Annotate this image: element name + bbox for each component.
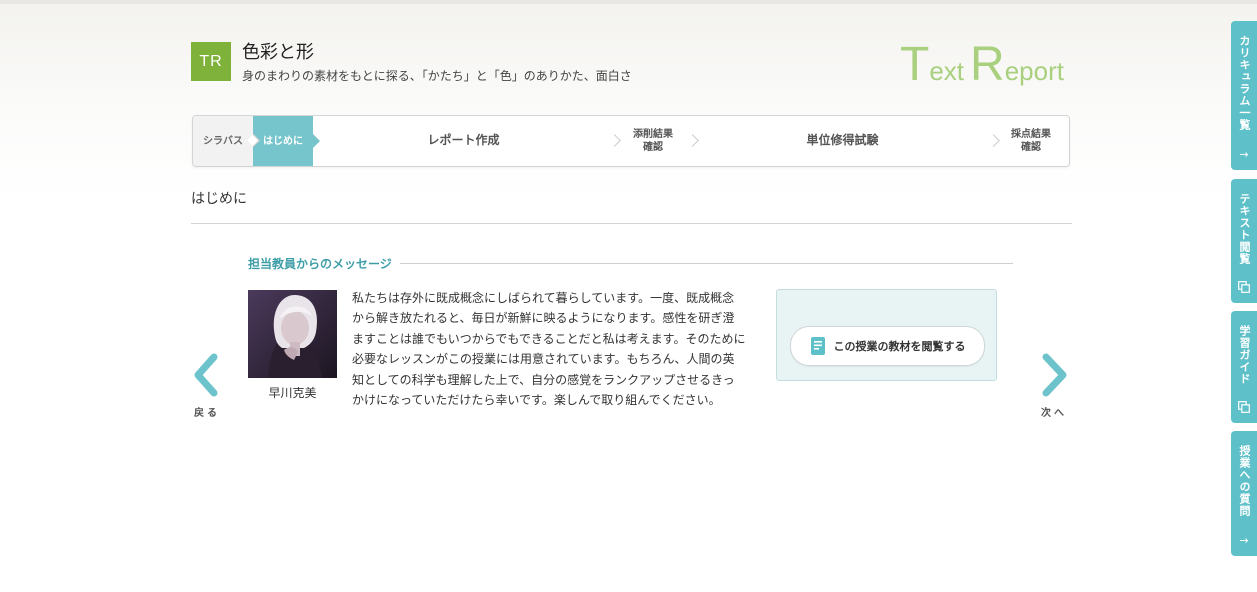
teacher-name: 早川克美	[268, 386, 317, 400]
step-correction-check[interactable]: 添削結果 確認	[614, 116, 692, 166]
copy-icon	[1238, 401, 1250, 413]
side-tab-text-view[interactable]: テキスト閲覧	[1231, 179, 1257, 303]
side-tab-study-guide[interactable]: 学習ガイド	[1231, 311, 1257, 423]
side-tab-question-label: 授業への質問	[1238, 445, 1251, 517]
side-tab-question[interactable]: 授業への質問 →	[1231, 431, 1257, 556]
chevron-left-icon	[194, 353, 218, 397]
copy-icon	[1238, 281, 1250, 293]
side-tab-study-guide-label: 学習ガイド	[1238, 325, 1251, 385]
logo-text-eport: eport	[1005, 56, 1065, 86]
message-heading: 担当教員からのメッセージ	[248, 257, 392, 271]
step-credit-exam[interactable]: 単位修得試験	[692, 116, 993, 166]
side-tab-curriculum-label: カリキュラム一覧	[1238, 35, 1251, 131]
arrow-right-icon: →	[1239, 534, 1249, 547]
view-material-label: この授業の教材を閲覧する	[833, 340, 966, 353]
next-page-button[interactable]: 次へ	[1036, 352, 1076, 422]
side-tab-curriculum[interactable]: カリキュラム一覧 →	[1231, 21, 1257, 170]
course-badge: TR	[191, 42, 231, 81]
logo-letter-r: R	[970, 38, 1005, 88]
message-body: 私たちは存外に既成概念にしばられて暮らしています。一度、既成概念から解き放たれる…	[352, 291, 746, 407]
teacher-photo	[248, 290, 337, 378]
text-report-logo: Text Report	[900, 38, 1065, 88]
message-heading-line	[400, 263, 1013, 264]
side-tab-text-view-label: テキスト閲覧	[1238, 193, 1251, 265]
section-title: はじめに	[191, 191, 247, 207]
book-icon	[810, 337, 825, 355]
course-subtitle: 身のまわりの素材をもとに探る、「かたち」と「色」のありかた、面白さ	[242, 69, 632, 83]
chevron-right-icon	[1042, 353, 1067, 397]
step-report-writing[interactable]: レポート作成	[313, 116, 614, 166]
step-score-check[interactable]: 採点結果 確認	[993, 116, 1069, 166]
arrow-right-icon: →	[1239, 148, 1249, 161]
progress-step-bar: シラバス はじめに レポート作成 添削結果 確認 単位修得試験 採点結果 確認	[192, 115, 1070, 167]
section-divider	[191, 223, 1072, 224]
step-syllabus[interactable]: シラバス	[193, 116, 253, 166]
logo-letter-t: T	[900, 38, 929, 88]
prev-page-button[interactable]: 戻る	[190, 352, 224, 422]
svg-text:TextReport: Text Report	[900, 38, 1065, 88]
view-material-button[interactable]: この授業の教材を閲覧する	[790, 326, 985, 366]
top-border	[0, 0, 1257, 4]
step-introduction[interactable]: はじめに	[253, 116, 320, 166]
next-label: 次へ	[1041, 408, 1067, 419]
logo-text-ext: ext	[929, 56, 964, 86]
material-panel: この授業の教材を閲覧する	[776, 289, 997, 381]
prev-label: 戻る	[194, 408, 220, 419]
course-title: 色彩と形	[242, 42, 314, 63]
